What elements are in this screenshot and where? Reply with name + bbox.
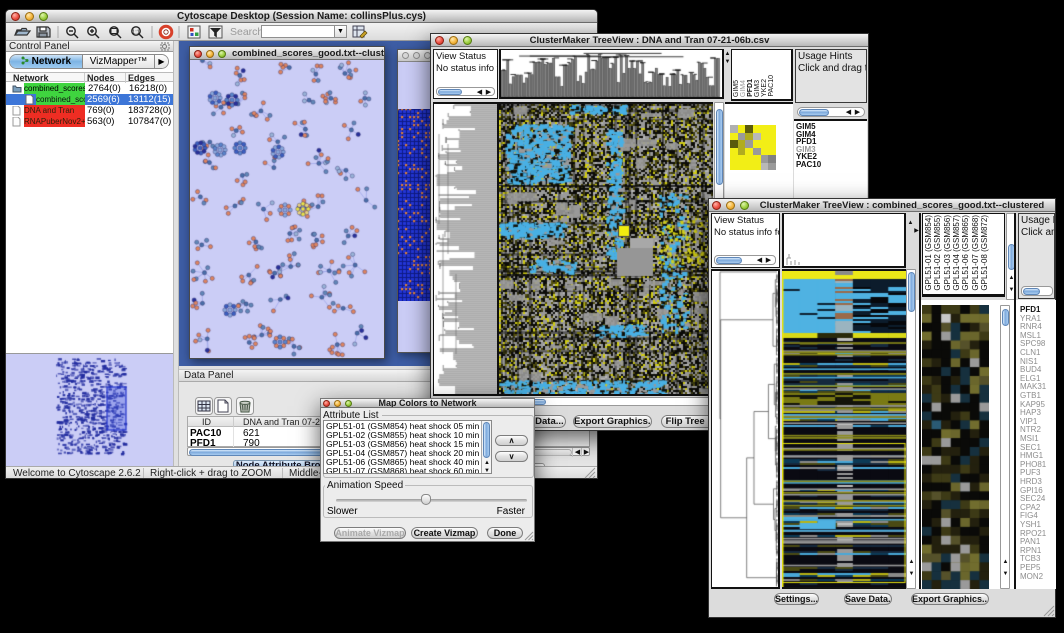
svg-text:1:1: 1:1 <box>132 30 140 36</box>
